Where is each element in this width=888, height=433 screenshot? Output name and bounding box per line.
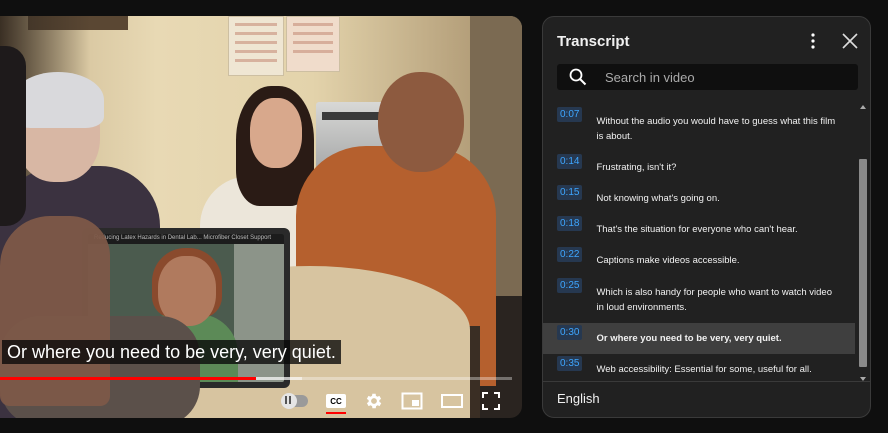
fullscreen-icon: [482, 392, 500, 410]
segment-timestamp[interactable]: 0:18: [557, 216, 583, 231]
close-icon: [842, 33, 858, 49]
transcript-segment[interactable]: 0:35 Web accessibility: Essential for so…: [543, 354, 855, 377]
video-person-front-edge: [0, 46, 26, 226]
miniplayer-button[interactable]: [400, 390, 424, 412]
transcript-segment[interactable]: 0:14 Frustrating, isn't it?: [543, 152, 855, 183]
video-person-right-head: [378, 72, 464, 172]
segment-text: Captions make videos accessible.: [596, 255, 740, 266]
pause-toggle-icon: [281, 393, 297, 409]
gear-icon: [366, 393, 382, 409]
video-wall-poster: [228, 16, 284, 76]
segment-text: Web accessibility: Essential for some, u…: [596, 364, 812, 375]
laptop-screen-title: Reducing Latex Hazards in Dental Lab... …: [94, 235, 272, 241]
laptop-screen-titlebar: Reducing Latex Hazards in Dental Lab... …: [88, 234, 284, 244]
scroll-up-arrow-icon[interactable]: [860, 105, 866, 109]
segment-text: Or where you need to be very, very quiet…: [596, 333, 782, 344]
segment-timestamp[interactable]: 0:25: [557, 278, 583, 293]
player-controls: CC: [270, 386, 510, 416]
segment-timestamp[interactable]: 0:07: [557, 107, 583, 122]
laptop-screen-presenter-face: [158, 256, 216, 326]
toggle-track: [281, 393, 308, 409]
progress-played: [0, 377, 256, 380]
video-wall-poster: [286, 16, 340, 72]
search-input[interactable]: [605, 69, 858, 85]
segment-text: Which is also handy for people who want …: [596, 286, 832, 313]
progress-bar[interactable]: [0, 377, 512, 380]
transcript-segment[interactable]: 0:25 Which is also handy for people who …: [543, 276, 855, 323]
language-selector[interactable]: English: [557, 391, 600, 406]
transcript-panel: Transcript 0:07 Without the audio you wo…: [542, 16, 871, 418]
theater-icon: [441, 394, 463, 408]
segment-timestamp[interactable]: 0:15: [557, 185, 583, 200]
subtitles-button[interactable]: CC: [324, 390, 348, 414]
segment-timestamp[interactable]: 0:30: [557, 325, 583, 340]
segment-text: That's the situation for everyone who ca…: [596, 224, 798, 235]
close-transcript-button[interactable]: [838, 29, 862, 53]
footer-divider: [543, 381, 870, 382]
settings-button[interactable]: [362, 390, 386, 412]
autoplay-toggle[interactable]: [280, 390, 310, 412]
segment-text: Without the audio you would have to gues…: [596, 115, 836, 142]
video-player[interactable]: Reducing Latex Hazards in Dental Lab... …: [0, 16, 522, 418]
video-person-middle-face: [250, 98, 302, 168]
transcript-segment-active[interactable]: 0:30 Or where you need to be very, very …: [543, 323, 855, 354]
cc-active-indicator: [326, 412, 346, 414]
segment-timestamp[interactable]: 0:14: [557, 154, 583, 169]
transcript-search: [557, 64, 858, 90]
transcript-segment[interactable]: 0:22 Captions make videos accessible.: [543, 245, 855, 276]
panel-title: Transcript: [557, 33, 630, 50]
transcript-segment[interactable]: 0:18 That's the situation for everyone w…: [543, 214, 855, 245]
cc-icon: CC: [326, 394, 346, 408]
segment-text: Frustrating, isn't it?: [596, 162, 677, 173]
more-options-button[interactable]: [801, 29, 825, 53]
transcript-segment[interactable]: 0:07 Without the audio you would have to…: [543, 105, 855, 152]
more-vertical-icon: [811, 33, 815, 49]
scroll-thumb[interactable]: [859, 159, 867, 367]
segment-timestamp[interactable]: 0:35: [557, 356, 583, 371]
theater-mode-button[interactable]: [440, 390, 464, 412]
miniplayer-icon: [401, 392, 423, 410]
transcript-segments: 0:07 Without the audio you would have to…: [543, 105, 855, 377]
fullscreen-button[interactable]: [479, 390, 503, 412]
search-icon: [569, 68, 597, 86]
segment-timestamp[interactable]: 0:22: [557, 247, 583, 262]
transcript-scrollbar[interactable]: [858, 105, 868, 381]
closed-caption-text: Or where you need to be very, very quiet…: [2, 340, 341, 364]
transcript-segment[interactable]: 0:15 Not knowing what's going on.: [543, 183, 855, 214]
segment-text: Not knowing what's going on.: [596, 193, 720, 204]
